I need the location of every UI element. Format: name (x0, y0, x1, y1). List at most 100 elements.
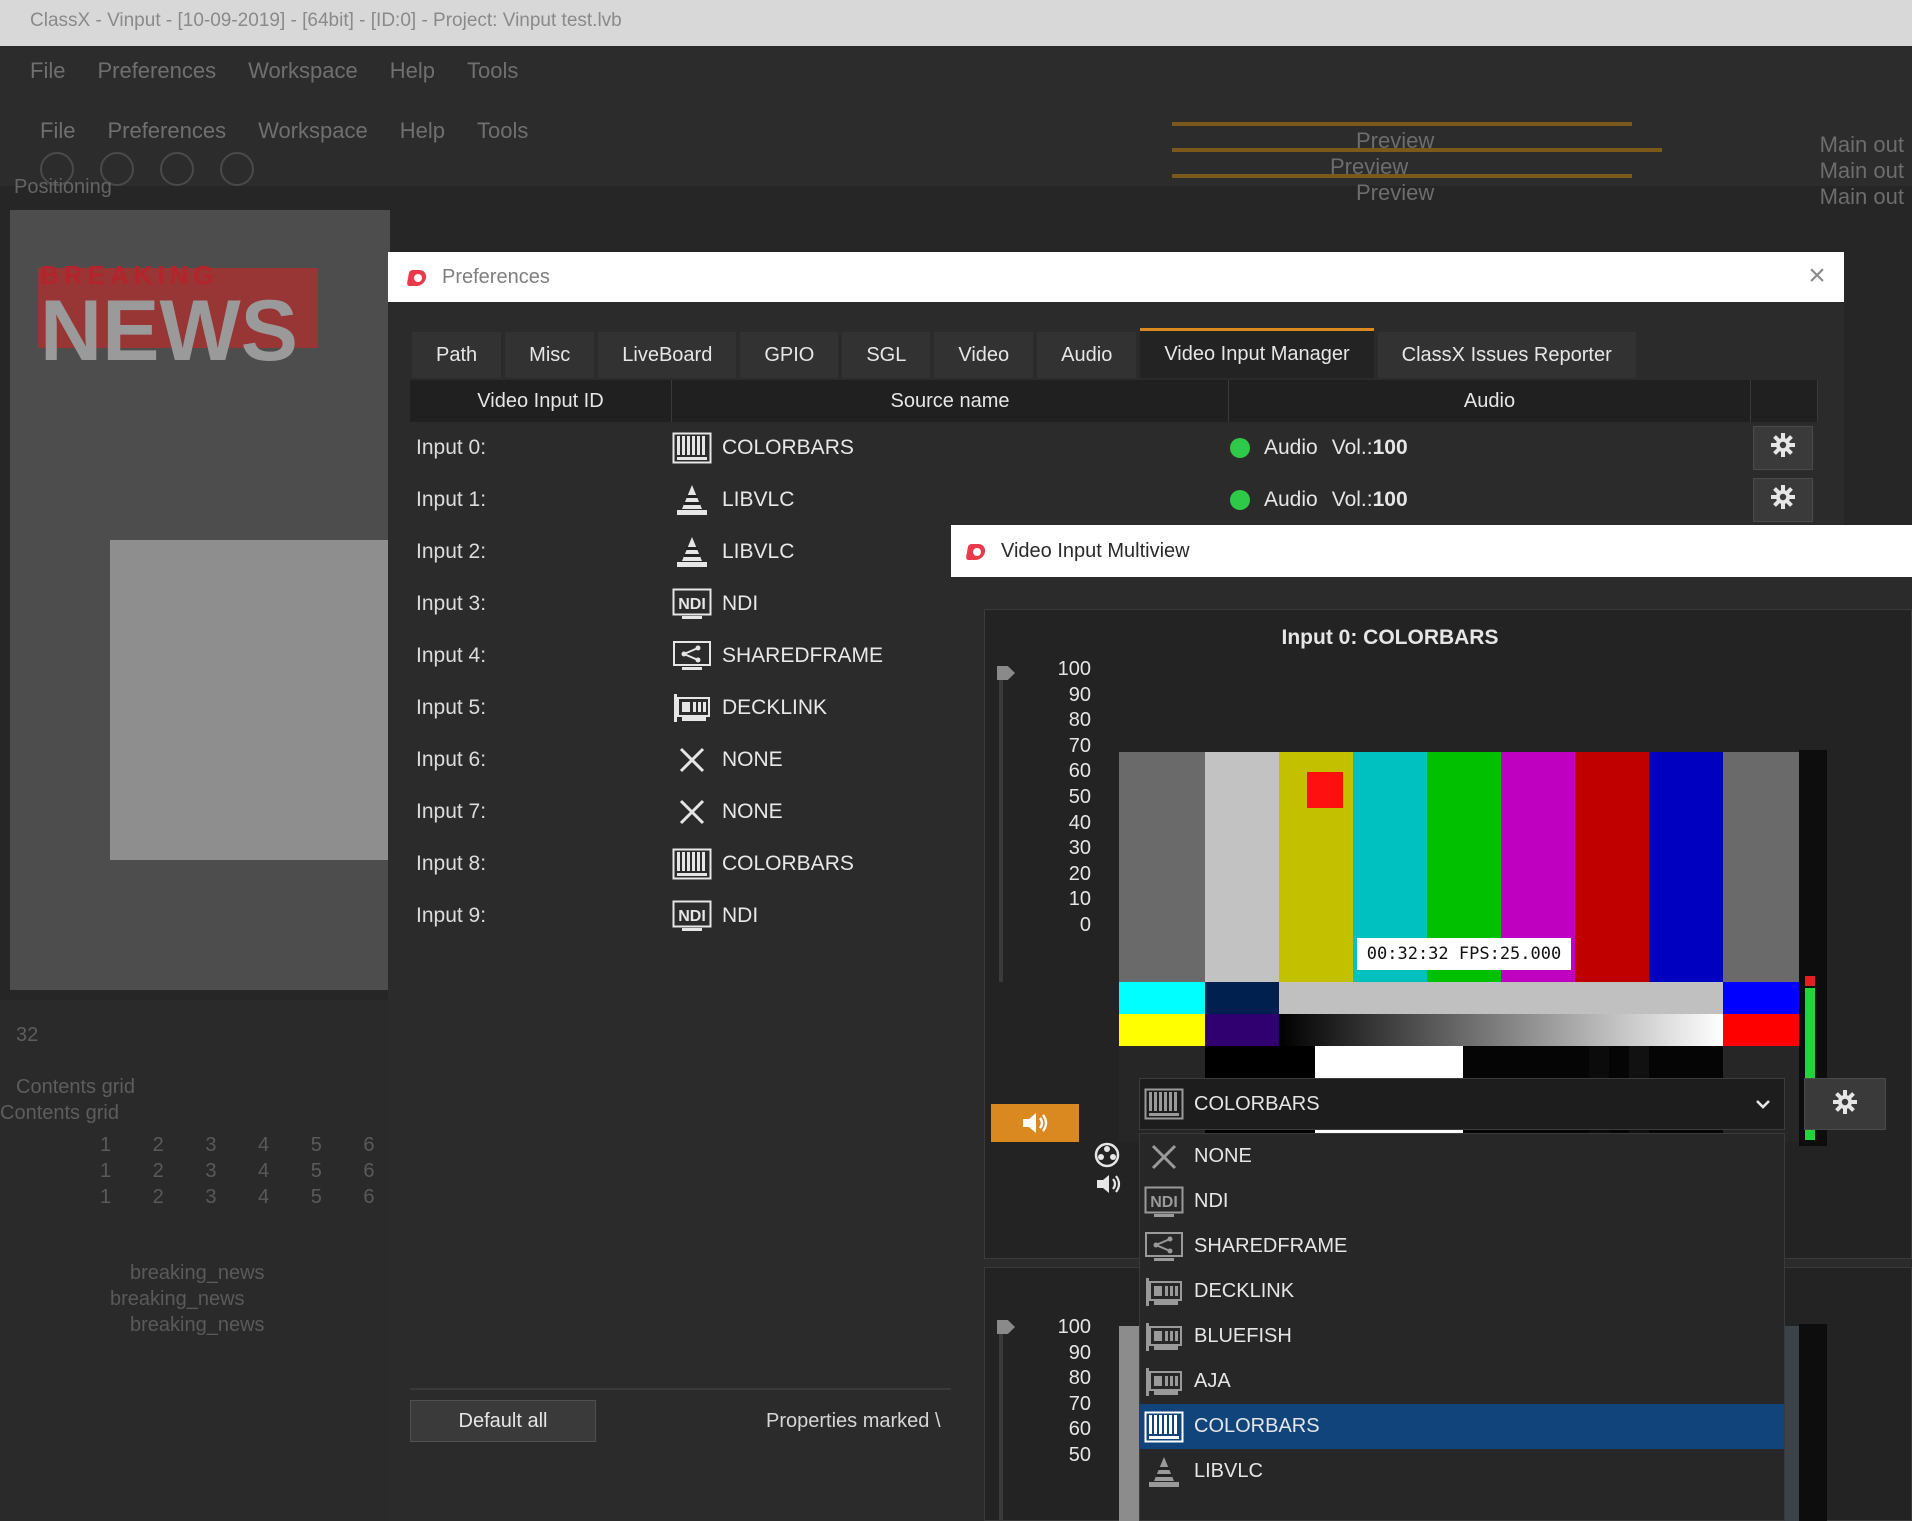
main-menu: File Preferences Workspace Help Tools (30, 58, 518, 84)
input-id: Input 5: (416, 696, 487, 719)
preferences-titlebar[interactable]: Preferences × (388, 252, 1844, 302)
sharedframe-icon (672, 639, 712, 673)
source-name: DECKLINK (722, 696, 828, 719)
volume-slider-handle[interactable] (997, 1320, 1015, 1334)
dropdown-option-sharedframe[interactable]: SHAREDFRAME (1140, 1224, 1784, 1269)
source-cell[interactable]: NONE (672, 795, 783, 829)
default-all-button[interactable]: Default all (410, 1400, 596, 1442)
multiview-titlebar[interactable]: Video Input Multiview (951, 525, 1912, 577)
capture-card-icon (1144, 1365, 1184, 1399)
input-id: Input 4: (416, 644, 487, 667)
volume-scale-tick: 100 (1057, 658, 1091, 680)
source-cell[interactable]: LIBVLC (672, 483, 794, 517)
table-row[interactable]: Input 1: LIBVLC Audio Vol.:100 (410, 474, 1818, 526)
menu-preferences[interactable]: Preferences (97, 58, 216, 84)
input-id: Input 2: (416, 540, 487, 563)
source-cell[interactable]: NDI NDI (672, 899, 758, 933)
dropdown-option-label: AJA (1194, 1370, 1231, 1392)
source-select[interactable]: COLORBARS (1139, 1078, 1785, 1130)
volume-scale-tick: 70 (1068, 734, 1091, 757)
source-dropdown-list: NONE NDI NDI SHAREDFRAME DECKLINK BLUEFI… (1139, 1133, 1785, 1521)
main-menubar: File Preferences Workspace Help Tools Fi… (0, 46, 1912, 186)
input-preview-title: Input 0: COLORBARS (1281, 626, 1499, 649)
volume-readout: Vol.:100 (1332, 488, 1408, 512)
source-cell[interactable]: COLORBARS (672, 431, 854, 465)
volume-slider-handle[interactable] (997, 666, 1015, 680)
input-settings-button[interactable] (1753, 426, 1813, 470)
source-cell[interactable]: COLORBARS (672, 847, 854, 881)
svg-text:NDI: NDI (678, 596, 706, 613)
source-row-icons (1094, 1142, 1122, 1196)
input-settings-button[interactable] (1753, 478, 1813, 522)
tab-audio[interactable]: Audio (1037, 332, 1137, 378)
volume-scale-tick: 50 (1068, 786, 1091, 808)
x-icon (672, 743, 712, 777)
menu-help[interactable]: Help (390, 58, 435, 84)
close-icon[interactable]: × (1802, 261, 1832, 292)
tab-video-input-manager[interactable]: Video Input Manager (1140, 328, 1374, 378)
chevron-down-icon[interactable] (1752, 1093, 1774, 1115)
column-header-audio[interactable]: Audio (1229, 380, 1751, 422)
dropdown-option-bluefish[interactable]: BLUEFISH (1140, 1314, 1784, 1359)
toolbar-film-reel-icon[interactable] (160, 152, 194, 186)
dropdown-option-colorbars[interactable]: COLORBARS (1140, 1404, 1784, 1449)
column-header-source[interactable]: Source name (672, 380, 1229, 422)
toolbar-film-reel-icon[interactable] (220, 152, 254, 186)
tab-video[interactable]: Video (934, 332, 1034, 378)
colorbars-icon (672, 431, 712, 465)
volume-scale-tick: 30 (1068, 837, 1091, 860)
dropdown-option-label: DECKLINK (1194, 1280, 1295, 1302)
source-name: NONE (722, 800, 783, 823)
source-cell[interactable]: SHAREDFRAME (672, 639, 883, 673)
source-select-value: COLORBARS (1194, 1092, 1320, 1115)
menu-tools[interactable]: Tools (467, 58, 518, 84)
colorbars-icon (1144, 1087, 1184, 1121)
volume-scale-tick: 0 (1079, 914, 1091, 936)
tab-misc[interactable]: Misc (505, 332, 595, 378)
tab-sgl[interactable]: SGL (842, 332, 931, 378)
input-id: Input 1: (416, 488, 487, 511)
source-name: NDI (722, 592, 759, 615)
tab-path[interactable]: Path (412, 332, 502, 378)
volume-slider-track[interactable] (999, 1320, 1003, 1521)
table-row[interactable]: Input 0: COLORBARS Audio Vol.:100 (410, 422, 1818, 474)
tab-gpio[interactable]: GPIO (740, 332, 839, 378)
main-out-label: Main out (1819, 132, 1904, 157)
tab-liveboard[interactable]: LiveBoard (598, 332, 737, 378)
dropdown-option-libvlc[interactable]: LIBVLC (1140, 1449, 1784, 1494)
dropdown-option-aja[interactable]: AJA (1140, 1359, 1784, 1404)
tab-classx-issues-reporter[interactable]: ClassX Issues Reporter (1377, 332, 1636, 378)
dropdown-option-decklink[interactable]: DECKLINK (1140, 1269, 1784, 1314)
spin-value[interactable]: 32 (16, 1024, 38, 1047)
preferences-title: Preferences (442, 265, 550, 288)
menu-file[interactable]: File (30, 58, 65, 84)
source-settings-button[interactable] (1804, 1078, 1886, 1130)
source-cell[interactable]: NDI NDI (672, 587, 758, 621)
mute-button[interactable] (991, 1104, 1079, 1142)
volume-scale-tick: 80 (1068, 709, 1091, 732)
dropdown-option-ndi[interactable]: NDI NDI (1140, 1179, 1784, 1224)
volume-scale-tick: 60 (1068, 760, 1091, 783)
input-id: Input 6: (416, 748, 487, 771)
dropdown-option-none[interactable]: NONE (1140, 1134, 1784, 1179)
volume-slider-track[interactable] (999, 666, 1003, 982)
menu-workspace[interactable]: Workspace (248, 58, 358, 84)
ndi-icon: NDI (1144, 1185, 1184, 1219)
dropdown-option-label: NDI (1194, 1190, 1229, 1212)
source-cell[interactable]: NONE (672, 743, 783, 777)
capture-card-icon (1144, 1320, 1184, 1354)
svg-text:NDI: NDI (1150, 1194, 1178, 1211)
layer-item[interactable]: breaking_news (110, 1288, 245, 1311)
layer-item[interactable]: breaking_news (130, 1262, 265, 1285)
layer-item[interactable]: breaking_news (130, 1314, 265, 1337)
main-out-label: Main out (1819, 184, 1904, 209)
dropdown-option-label: SHAREDFRAME (1194, 1235, 1348, 1257)
source-cell[interactable]: LIBVLC (672, 535, 794, 569)
source-cell[interactable]: DECKLINK (672, 691, 827, 725)
volume-scale-tick: 70 (1068, 1392, 1091, 1415)
menu-help-ghost: Help (399, 118, 445, 143)
volume-scale-tick: 10 (1068, 888, 1091, 911)
audio-cell: Audio Vol.:100 (1230, 436, 1408, 460)
column-header-id[interactable]: Video Input ID (410, 380, 672, 422)
source-name: COLORBARS (722, 436, 854, 459)
